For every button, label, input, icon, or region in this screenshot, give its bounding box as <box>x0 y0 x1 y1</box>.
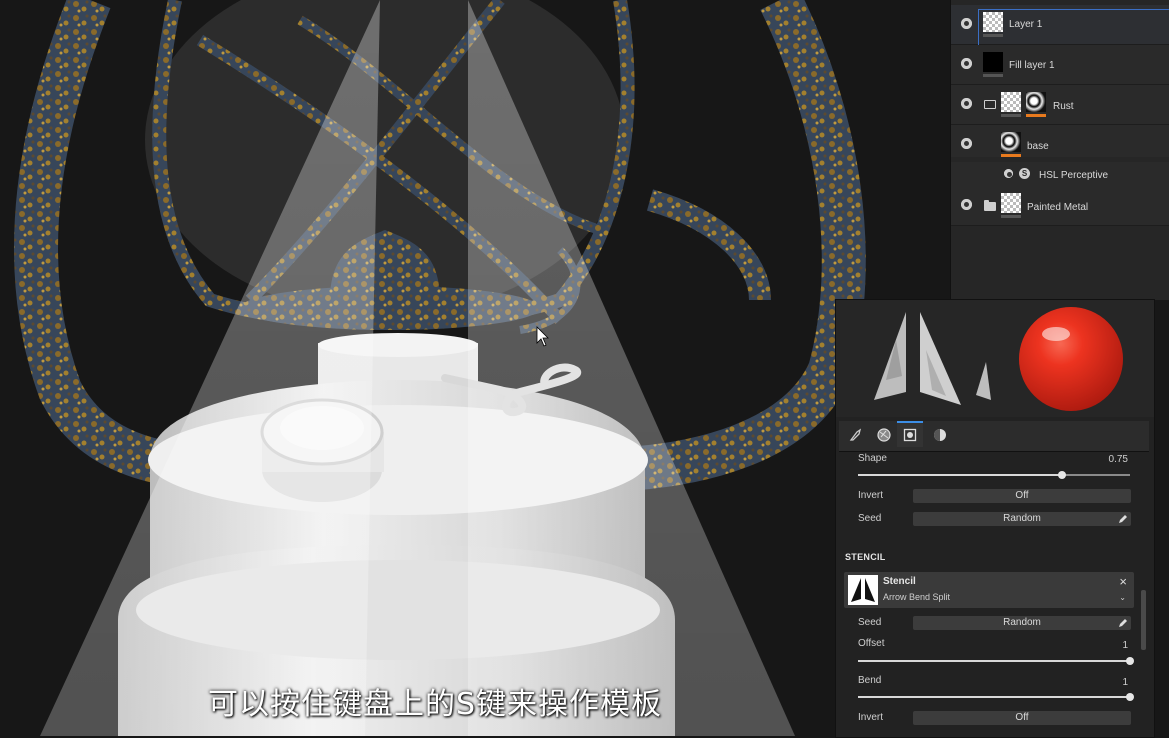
shape-label: Shape <box>858 453 887 464</box>
shape-value: 0.75 <box>1108 454 1128 465</box>
layer-bar <box>1001 215 1021 218</box>
chevron-down-icon[interactable]: ⌄ <box>1119 593 1126 602</box>
stencil-card-name: Arrow Bend Split <box>883 592 951 602</box>
visibility-eye-icon[interactable] <box>961 199 972 210</box>
visibility-eye-icon[interactable] <box>961 138 972 149</box>
layer-thumbnail <box>983 12 1003 32</box>
layer-thumbnail <box>1001 193 1021 213</box>
stencil-thumbnail <box>848 575 878 605</box>
layer-row-rust[interactable]: Rust <box>951 85 1169 125</box>
preview-area <box>836 300 1154 417</box>
edit-pencil-icon[interactable] <box>1118 514 1128 524</box>
layer-thumbnail <box>983 52 1003 72</box>
stencil-section-title: STENCIL <box>845 552 886 562</box>
layer-name: Painted Metal <box>1027 202 1089 213</box>
bend-slider-fill <box>858 696 1130 698</box>
hsl-effect-icon: S <box>1019 168 1030 179</box>
stencil-seed-field[interactable]: Random <box>913 616 1131 630</box>
shape-slider-knob[interactable] <box>1058 471 1066 479</box>
layer-name: Fill layer 1 <box>1009 60 1055 71</box>
folder-open-icon[interactable] <box>984 100 996 109</box>
mask-selected-bar <box>1026 114 1046 117</box>
offset-label: Offset <box>858 638 885 649</box>
bend-slider-knob[interactable] <box>1126 693 1134 701</box>
stencil-invert-toggle[interactable]: Off <box>913 711 1131 725</box>
mask-selected-bar <box>1001 154 1021 157</box>
layer-mask-thumbnail <box>1026 92 1046 112</box>
effect-name: HSL Perceptive <box>1039 170 1109 181</box>
stencil-invert-label: Invert <box>858 712 884 723</box>
arrow-stencil-icon <box>851 578 875 602</box>
layer-row-painted-metal[interactable]: Painted Metal <box>951 186 1169 226</box>
tab-stencil[interactable] <box>897 421 923 447</box>
stencil-seed-label: Seed <box>858 617 882 628</box>
visibility-eye-icon[interactable] <box>961 18 972 29</box>
bend-slider[interactable] <box>858 693 1134 701</box>
layer-bar <box>1001 114 1021 117</box>
layers-panel: Layer 1 Fill layer 1 Rust base S HSL Per… <box>950 0 1169 300</box>
stencil-card-title: Stencil <box>883 576 916 587</box>
material-icon <box>934 429 946 441</box>
properties-tabs <box>839 421 1149 452</box>
seed-value: Random <box>1003 513 1041 524</box>
offset-slider[interactable] <box>858 657 1134 665</box>
stencil-seed-value: Random <box>1003 617 1041 628</box>
invert-toggle[interactable]: Off <box>913 489 1131 503</box>
properties-scrollbar[interactable] <box>1141 590 1146 650</box>
layer-mask-bar <box>983 74 1003 77</box>
folder-icon[interactable] <box>984 200 996 211</box>
material-sphere-preview <box>1019 307 1123 411</box>
stencil-resource-card[interactable]: Stencil Arrow Bend Split × ⌄ <box>844 572 1134 608</box>
layer-row-fill-layer-1[interactable]: Fill layer 1 <box>951 45 1169 85</box>
alpha-icon <box>877 428 891 442</box>
tab-alpha[interactable] <box>871 423 897 447</box>
brush-icon <box>849 428 862 441</box>
offset-slider-fill <box>858 660 1130 662</box>
layer-name: base <box>1027 141 1049 152</box>
visibility-eye-icon[interactable] <box>961 58 972 69</box>
stencil-icon <box>903 428 917 442</box>
effect-row-hsl-perceptive[interactable]: S HSL Perceptive <box>951 162 1169 187</box>
shape-slider[interactable] <box>858 471 1130 479</box>
layer-name: Layer 1 <box>1009 19 1043 30</box>
seed-label: Seed <box>858 513 882 524</box>
shape-slider-fill <box>858 474 1062 476</box>
seed-field[interactable]: Random <box>913 512 1131 526</box>
visibility-eye-icon[interactable] <box>1004 169 1013 178</box>
layer-mask-thumbnail <box>1001 132 1021 152</box>
bend-value: 1 <box>1122 677 1128 688</box>
properties-panel: Shape 0.75 Invert Off Seed Random STENCI… <box>835 299 1155 738</box>
tab-brush[interactable] <box>843 423 869 447</box>
layer-row-base[interactable]: base <box>951 125 1169 157</box>
layer-row-layer-1[interactable]: Layer 1 <box>951 5 1169 49</box>
invert-label: Invert <box>858 490 884 501</box>
offset-slider-knob[interactable] <box>1126 657 1134 665</box>
visibility-eye-icon[interactable] <box>961 98 972 109</box>
layer-name: Rust <box>1053 101 1074 112</box>
tab-material[interactable] <box>927 423 953 447</box>
edit-pencil-icon[interactable] <box>1118 618 1128 628</box>
offset-value: 1 <box>1122 640 1128 651</box>
video-subtitle: 可以按住键盘上的S键来操作模板 <box>208 687 663 722</box>
bend-label: Bend <box>858 675 882 686</box>
layer-thumbnail <box>1001 92 1021 112</box>
layer-mask-bar <box>983 34 1003 37</box>
selection-outline <box>978 9 1169 49</box>
close-icon[interactable]: × <box>1119 574 1127 589</box>
